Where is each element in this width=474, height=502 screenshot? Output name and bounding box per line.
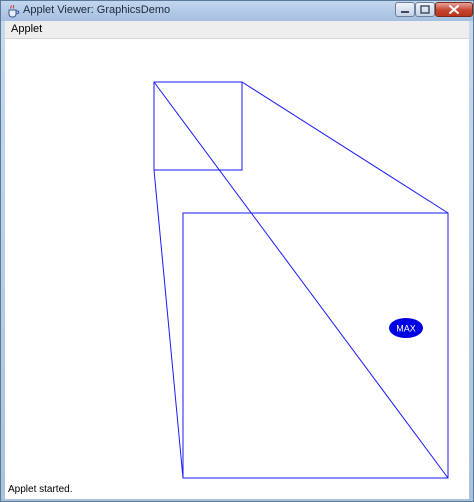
wireframe-box: [153, 81, 449, 479]
status-bar: Applet started.: [5, 481, 469, 499]
window-title: Applet Viewer: GraphicsDemo: [23, 4, 171, 16]
maximize-button[interactable]: [415, 2, 435, 17]
graphics-drawing: MAX: [153, 81, 449, 479]
applet-canvas[interactable]: MAX: [5, 39, 469, 481]
java-cup-icon[interactable]: [6, 4, 20, 18]
max-button-label[interactable]: MAX: [396, 324, 416, 334]
edge-bottom-left: [153, 169, 184, 479]
front-rectangle: [182, 212, 449, 479]
menu-applet[interactable]: Applet: [11, 23, 42, 35]
minimize-icon: [401, 11, 409, 13]
back-rectangle: [153, 81, 243, 171]
edge-top-right: [241, 81, 449, 214]
title-bar[interactable]: Applet Viewer: GraphicsDemo: [1, 1, 473, 21]
close-button[interactable]: [435, 2, 473, 17]
diagonal-line: [153, 81, 449, 479]
max-button[interactable]: MAX: [389, 318, 423, 338]
menu-bar: Applet: [5, 21, 469, 39]
applet-viewer-window: Applet Viewer: GraphicsDemo Applet MAX A…: [0, 0, 474, 502]
maximize-icon: [420, 5, 430, 14]
status-text: Applet started.: [8, 484, 73, 495]
minimize-button[interactable]: [395, 2, 415, 17]
close-icon: [449, 5, 459, 14]
